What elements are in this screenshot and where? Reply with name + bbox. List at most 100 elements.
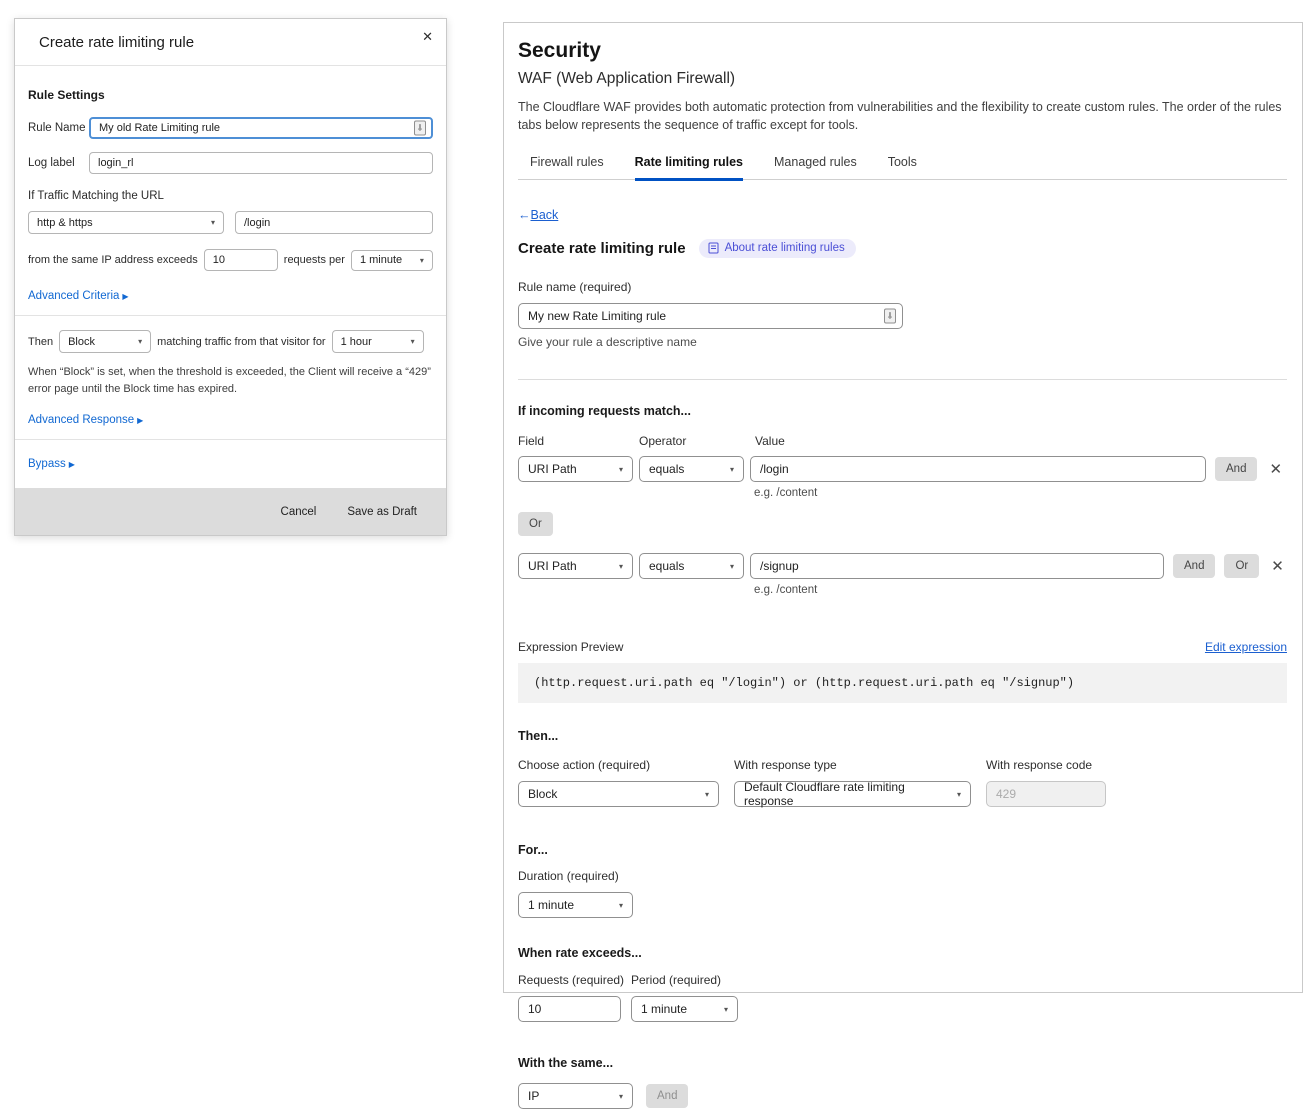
action-select-value: Block — [528, 787, 557, 801]
field-select[interactable]: URI Path ▾ — [518, 553, 633, 579]
chevron-down-icon: ▾ — [619, 465, 623, 474]
and-button[interactable]: And — [646, 1084, 688, 1108]
tab-tools[interactable]: Tools — [888, 155, 917, 181]
remove-condition-icon[interactable]: ✕ — [1269, 462, 1282, 477]
advanced-response-link[interactable]: Advanced Response▶ — [28, 414, 143, 426]
log-label-input[interactable] — [89, 152, 433, 174]
period-select[interactable]: 1 minute ▾ — [351, 250, 433, 271]
then-middle-text: matching traffic from that visitor for — [157, 336, 326, 348]
period-select-value: 1 minute — [641, 1002, 687, 1016]
requests-label: Requests (required) — [518, 973, 631, 987]
characteristic-select-value: IP — [528, 1089, 539, 1103]
value-input[interactable] — [750, 456, 1206, 482]
back-arrow-icon: ← — [518, 208, 531, 222]
block-note: When “Block” is set, when the threshold … — [28, 364, 433, 398]
value-input[interactable] — [750, 553, 1164, 579]
chevron-down-icon: ▾ — [619, 901, 623, 910]
then-row: Then Block ▾ matching traffic from that … — [28, 330, 433, 353]
field-select-value: URI Path — [528, 462, 577, 476]
chevron-down-icon: ▾ — [619, 562, 623, 571]
threshold-middle-text: requests per — [284, 254, 345, 266]
operator-select[interactable]: equals ▾ — [639, 553, 744, 579]
field-select[interactable]: URI Path ▾ — [518, 456, 633, 482]
cancel-button[interactable]: Cancel — [281, 506, 317, 518]
divider — [518, 379, 1287, 380]
chevron-down-icon: ▾ — [705, 790, 709, 799]
scheme-select[interactable]: http & https ▾ — [28, 211, 224, 234]
back-link[interactable]: ←Back — [518, 208, 558, 222]
modal-header: Create rate limiting rule ✕ — [15, 19, 446, 66]
rule-name-input[interactable] — [89, 117, 433, 139]
rule-name-label: Rule Name — [28, 122, 89, 134]
action-select[interactable]: Block ▾ — [59, 330, 151, 353]
chevron-down-icon: ▾ — [138, 337, 142, 346]
requests-input[interactable] — [204, 249, 278, 271]
requests-input[interactable] — [518, 996, 621, 1022]
about-rate-limiting-badge[interactable]: About rate limiting rules — [699, 239, 856, 258]
rule-settings-heading: Rule Settings — [28, 88, 433, 102]
waf-tabbar: Firewall rules Rate limiting rules Manag… — [518, 155, 1287, 180]
chevron-down-icon: ▾ — [957, 790, 961, 799]
tab-rate-limiting-rules[interactable]: Rate limiting rules — [635, 155, 743, 181]
value-column-label: Value — [755, 434, 785, 448]
then-section-title: Then... — [518, 729, 1287, 743]
close-icon[interactable]: ✕ — [422, 29, 433, 45]
same-section-title: With the same... — [518, 1056, 1287, 1070]
threshold-row: from the same IP address exceeds request… — [28, 249, 433, 271]
or-button[interactable]: Or — [518, 512, 553, 536]
operator-select[interactable]: equals ▾ — [639, 456, 744, 482]
divider — [15, 315, 446, 316]
divider — [15, 439, 446, 440]
or-button[interactable]: Or — [1224, 554, 1259, 578]
value-helper: e.g. /content — [754, 487, 1287, 499]
choose-action-label: Choose action (required) — [518, 758, 734, 772]
duration-select-value: 1 minute — [528, 898, 574, 912]
response-code-label: With response code — [986, 758, 1092, 772]
then-label: Then — [28, 336, 53, 348]
rate-section-title: When rate exceeds... — [518, 946, 1287, 960]
response-type-select[interactable]: Default Cloudflare rate limiting respons… — [734, 781, 971, 807]
expand-icon: ▶ — [122, 292, 128, 301]
duration-select[interactable]: 1 minute ▾ — [518, 892, 633, 918]
advanced-criteria-link[interactable]: Advanced Criteria▶ — [28, 290, 129, 302]
autofill-icon[interactable]: ⇩ — [414, 121, 426, 136]
security-waf-panel: Security WAF (Web Application Firewall) … — [503, 22, 1303, 993]
expression-preview-label: Expression Preview — [518, 640, 623, 654]
condition-row: URI Path ▾ equals ▾ And ✕ — [518, 456, 1287, 482]
autofill-icon[interactable]: ⇩ — [884, 309, 896, 324]
and-button[interactable]: And — [1215, 457, 1257, 481]
operator-column-label: Operator — [639, 434, 755, 448]
scheme-select-value: http & https — [37, 217, 93, 229]
chevron-down-icon: ▾ — [211, 218, 215, 227]
page-subtitle: WAF (Web Application Firewall) — [518, 70, 1287, 88]
value-helper: e.g. /content — [754, 584, 1287, 596]
block-duration-value: 1 hour — [341, 336, 372, 348]
period-select[interactable]: 1 minute ▾ — [631, 996, 738, 1022]
expand-icon: ▶ — [69, 460, 75, 469]
response-type-label: With response type — [734, 758, 986, 772]
operator-select-value: equals — [649, 559, 684, 573]
url-input[interactable] — [235, 211, 433, 234]
duration-label: Duration (required) — [518, 869, 1287, 883]
modal-footer: Cancel Save as Draft — [15, 488, 446, 535]
action-select-value: Block — [68, 336, 95, 348]
remove-condition-icon[interactable]: ✕ — [1271, 559, 1284, 574]
rule-name-input[interactable] — [518, 303, 903, 329]
field-column-label: Field — [518, 434, 639, 448]
tab-firewall-rules[interactable]: Firewall rules — [530, 155, 604, 181]
edit-expression-link[interactable]: Edit expression — [1205, 640, 1287, 654]
tab-managed-rules[interactable]: Managed rules — [774, 155, 857, 181]
chevron-down-icon: ▾ — [619, 1092, 623, 1101]
modal-body: Rule Settings Rule Name ⇩ Log label If T… — [15, 66, 446, 486]
bypass-link[interactable]: Bypass▶ — [28, 458, 75, 470]
form-title: Create rate limiting rule — [518, 240, 686, 257]
characteristic-select[interactable]: IP ▾ — [518, 1083, 633, 1109]
action-select[interactable]: Block ▾ — [518, 781, 719, 807]
modal-title: Create rate limiting rule — [39, 34, 194, 51]
save-as-draft-button[interactable]: Save as Draft — [347, 506, 417, 518]
create-rate-limiting-rule-modal: Create rate limiting rule ✕ Rule Setting… — [14, 18, 447, 536]
chevron-down-icon: ▾ — [411, 337, 415, 346]
and-button[interactable]: And — [1173, 554, 1215, 578]
block-duration-select[interactable]: 1 hour ▾ — [332, 330, 424, 353]
expand-icon: ▶ — [137, 416, 143, 425]
